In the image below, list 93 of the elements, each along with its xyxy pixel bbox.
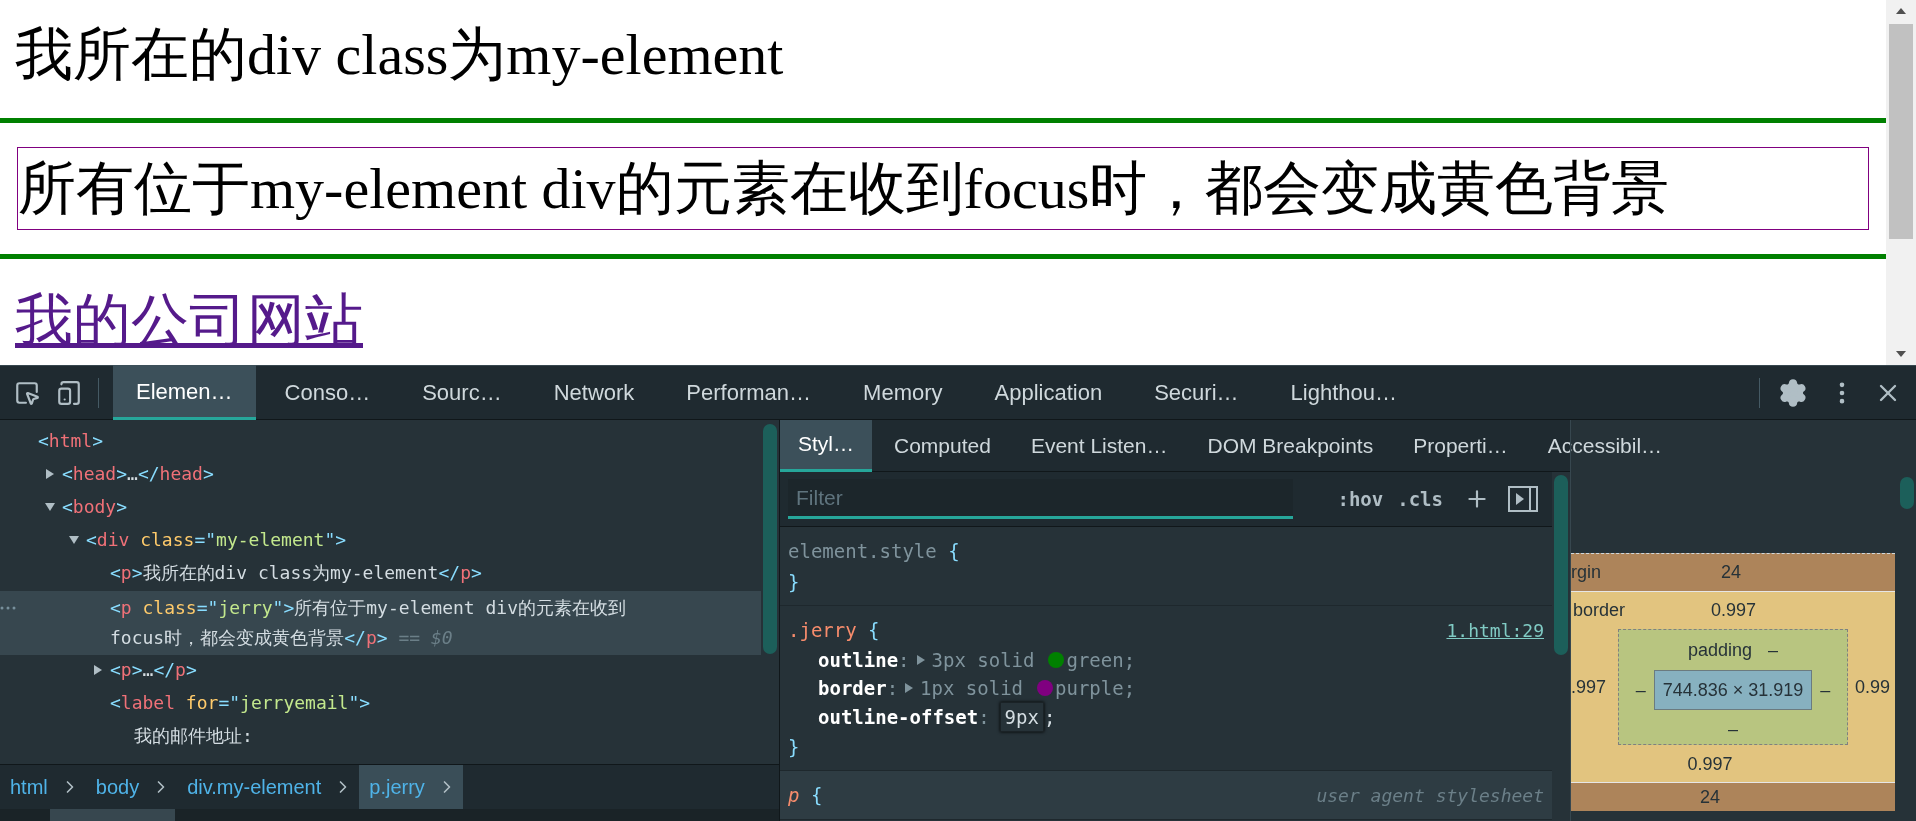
expanded-triangle-icon[interactable]: [44, 501, 56, 513]
closing-brace: }: [788, 735, 800, 760]
property-value-end: ;: [1043, 705, 1056, 730]
padding-top-value: –: [1768, 638, 1779, 662]
property-value: 3px solid: [931, 648, 1035, 673]
devtools-tab[interactable]: Performan…: [663, 365, 835, 420]
expand-triangle-icon[interactable]: [915, 654, 926, 666]
dom-node-text: <p class="jerry">所有位于my-element div的元素在收到focus时，都会变成黄色背景</p> == $0: [110, 596, 627, 650]
property-value-end: green;: [1066, 648, 1136, 673]
border-left-value: .997: [1571, 675, 1608, 699]
border-bottom-value: 0.997: [1687, 753, 1733, 776]
padding-left-value: –: [1635, 678, 1646, 702]
margin-top-value: 24: [1721, 561, 1742, 584]
color-swatch[interactable]: [1037, 680, 1054, 696]
color-swatch[interactable]: [1048, 652, 1065, 668]
focused-paragraph[interactable]: 所有位于my-element div的元素在收到focus时，都会变成黄色背景: [17, 147, 1869, 230]
devtools-tab[interactable]: Lighthou…: [1267, 365, 1420, 420]
border-top-value: 0.997: [1711, 599, 1757, 622]
rule-selector: element.style {: [788, 539, 960, 564]
margin-bottom-value: 24: [1700, 785, 1720, 809]
scroll-down-icon[interactable]: [1895, 349, 1907, 359]
devtools-tab[interactable]: Application: [971, 365, 1126, 420]
property-value-end: purple;: [1055, 676, 1136, 701]
margin-label: rgin: [1571, 561, 1601, 584]
border-label: border: [1573, 599, 1626, 622]
scrollbar-thumb[interactable]: [50, 809, 175, 821]
filter-toggle-button[interactable]: :hov: [1330, 484, 1391, 514]
devtools-tab[interactable]: Securi…: [1131, 365, 1262, 420]
filter-toggle-button[interactable]: .cls: [1390, 484, 1450, 514]
sidebar-tab[interactable]: Properti…: [1395, 419, 1526, 472]
devtools-tab[interactable]: Network: [530, 365, 658, 420]
rule-source-link[interactable]: 1.html:29: [1446, 617, 1544, 644]
dom-node-text: <body>: [62, 495, 128, 519]
rule-selector: .jerry {: [788, 618, 880, 643]
border-right-value: 0.99: [1855, 675, 1891, 699]
sidebar-tab[interactable]: Computed: [876, 419, 1009, 472]
dom-node[interactable]: <p class="jerry">所有位于my-element div的元素在收到focus时，都会变成黄色背景</p> == $0: [0, 591, 761, 655]
scrollbar-thumb[interactable]: [763, 424, 777, 654]
device-toolbar-icon[interactable]: [56, 379, 82, 406]
scrollbar-thumb[interactable]: [1554, 475, 1568, 655]
property-name[interactable]: outline-offset:: [818, 703, 990, 731]
dom-node-text: <p>…</p>: [110, 658, 197, 682]
breadcrumb[interactable]: div.my-element: [177, 764, 360, 810]
breadcrumb[interactable]: html: [0, 764, 86, 810]
dom-node[interactable]: <p>…</p>: [0, 655, 761, 688]
sidebar-tab[interactable]: Accessibil…: [1529, 419, 1681, 472]
dom-node[interactable]: <head>…</head>: [0, 459, 761, 492]
dom-node[interactable]: 我的邮件地址:: [0, 721, 761, 754]
content-size: 744.836 × 31.919: [1653, 670, 1813, 710]
dom-node[interactable]: <div class="my-element">: [0, 525, 761, 558]
sidebar-tab[interactable]: DOM Breakpoints: [1189, 419, 1392, 472]
closing-brace: }: [788, 570, 800, 595]
devtools-tab[interactable]: Sourc…: [399, 365, 525, 420]
property-name[interactable]: outline:: [818, 646, 910, 674]
dom-node-text: <p>我所在的div class为my-element</p>: [110, 561, 482, 585]
scrollbar-thumb[interactable]: [1889, 24, 1913, 239]
dom-node[interactable]: <html>: [0, 426, 761, 459]
rule-selector: p {: [788, 783, 823, 808]
sidebar-tab[interactable]: Styl…: [780, 419, 872, 472]
dom-node[interactable]: <p>我所在的div class为my-element</p>: [0, 558, 761, 591]
breadcrumb[interactable]: body: [85, 764, 178, 810]
property-value: 1px solid: [920, 676, 1024, 701]
collapsed-triangle-icon[interactable]: [44, 468, 56, 480]
expand-triangle-icon[interactable]: [904, 682, 915, 694]
dom-node[interactable]: <label for="jerryemail">: [0, 688, 761, 721]
sidebar-tab[interactable]: Event Listen…: [1012, 419, 1186, 472]
property-name[interactable]: border:: [818, 674, 899, 702]
dom-node-text: <head>…</head>: [62, 462, 214, 486]
scroll-up-icon[interactable]: [1895, 6, 1907, 16]
settings-icon[interactable]: [1778, 377, 1808, 408]
padding-bottom-value: –: [1728, 718, 1738, 741]
page-scrollbar[interactable]: [1886, 0, 1916, 365]
rule-source: user agent stylesheet: [1316, 784, 1544, 808]
expanded-triangle-icon[interactable]: [68, 534, 80, 546]
dom-node-text: <div class="my-element">: [86, 528, 347, 552]
more-dots-icon[interactable]: [0, 606, 16, 610]
padding-right-value: –: [1820, 678, 1831, 702]
collapsed-triangle-icon[interactable]: [92, 664, 104, 676]
dom-node-text: 我的邮件地址:: [134, 724, 253, 748]
page-link[interactable]: 我的公司网站: [15, 289, 363, 353]
page-paragraph: 我所在的div class为my-element: [14, 21, 784, 88]
devtools-tab[interactable]: Conso…: [261, 365, 394, 420]
dom-node[interactable]: <body>: [0, 492, 761, 525]
dom-node-text: <label for="jerryemail">: [110, 691, 371, 715]
devtools-tab[interactable]: Elemen…: [113, 365, 256, 420]
sidebar-toggle-icon[interactable]: [1508, 486, 1538, 512]
property-value-field[interactable]: 9px: [999, 702, 1044, 732]
scrollbar-thumb[interactable]: [1900, 477, 1914, 509]
breadcrumb[interactable]: p.jerry: [359, 764, 463, 810]
inspect-element-icon[interactable]: [14, 379, 40, 406]
dom-node-text: <html>: [38, 429, 104, 453]
devtools-tab[interactable]: Memory: [840, 365, 966, 420]
padding-label: padding: [1687, 638, 1753, 662]
